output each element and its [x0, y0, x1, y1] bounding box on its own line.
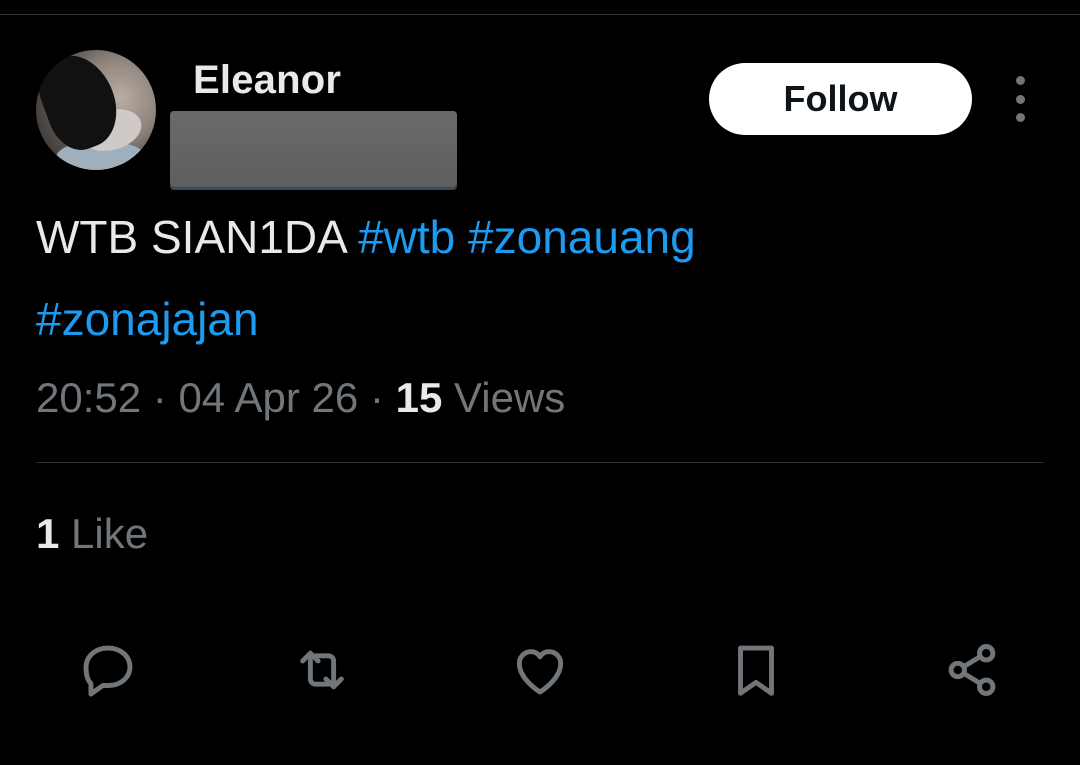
more-options-button[interactable] — [1000, 76, 1040, 122]
share-icon — [948, 644, 996, 696]
meta-separator: · — [369, 374, 384, 421]
hashtag-link[interactable]: #zonauang — [468, 211, 696, 263]
more-dot-icon — [1015, 113, 1025, 122]
more-dot-icon — [1015, 76, 1025, 85]
divider — [36, 462, 1044, 463]
bookmark-icon — [738, 645, 774, 696]
post-date[interactable]: 04 Apr 26 — [178, 374, 358, 421]
like-button[interactable] — [508, 638, 572, 702]
author-display-name[interactable]: Eleanor — [193, 58, 341, 103]
likes-count: 1 — [36, 510, 60, 557]
redacted-handle — [170, 111, 457, 187]
post-time[interactable]: 20:52 — [36, 374, 141, 421]
more-dot-icon — [1015, 94, 1025, 104]
follow-button[interactable]: Follow — [709, 63, 972, 135]
top-divider — [0, 14, 1080, 15]
bookmark-button[interactable] — [724, 638, 788, 702]
views-count: 15 — [395, 374, 443, 421]
post-text: WTB SIAN1DA #wtb #zonauang #zonajajan — [36, 196, 1046, 360]
like-icon — [516, 649, 564, 695]
avatar[interactable] — [36, 50, 156, 170]
meta-separator: · — [152, 374, 167, 421]
share-button[interactable] — [940, 638, 1004, 702]
post-text-plain: WTB SIAN1DA — [36, 211, 359, 263]
hashtag-link[interactable]: #zonajajan — [36, 293, 259, 345]
likes-summary[interactable]: 1 Like — [36, 510, 148, 558]
reply-icon — [83, 645, 133, 697]
reply-button[interactable] — [76, 638, 140, 702]
hashtag-link[interactable]: #wtb — [358, 211, 455, 263]
likes-label: Like — [71, 510, 149, 557]
repost-icon — [300, 650, 344, 690]
post-meta: 20:52 · 04 Apr 26 · 15 Views — [36, 374, 565, 422]
views-label: Views — [454, 374, 566, 421]
repost-button[interactable] — [290, 638, 354, 702]
